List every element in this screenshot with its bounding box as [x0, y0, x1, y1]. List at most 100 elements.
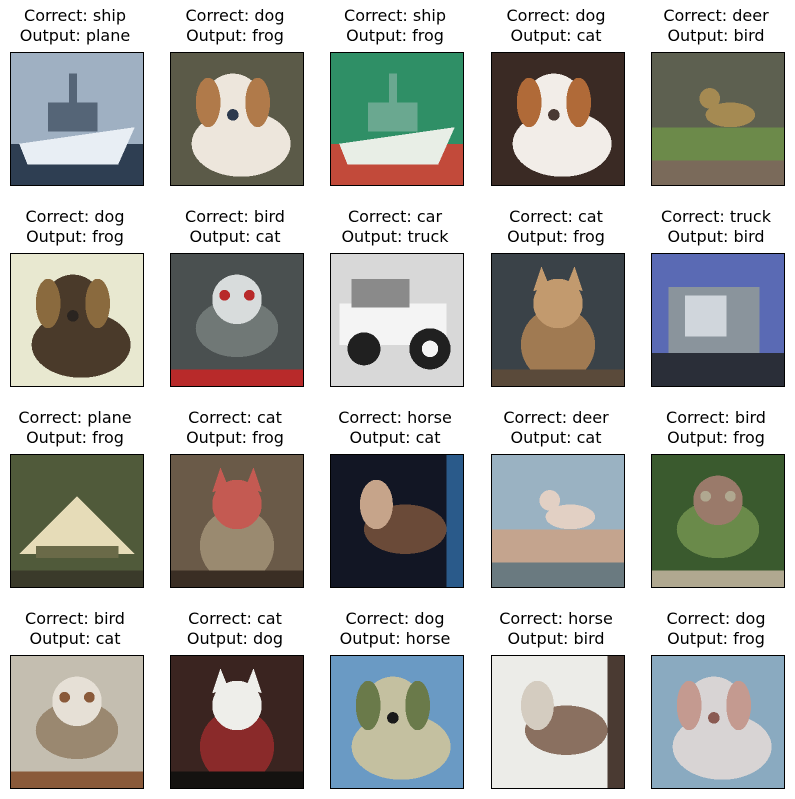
sample-cell: Correct: bird Output: cat	[160, 201, 310, 391]
sample-title: Correct: dog Output: frog	[0, 207, 160, 247]
sample-cell: Correct: cat Output: frog	[160, 402, 310, 592]
output-label: Output: truck	[341, 227, 449, 246]
ship-picture	[11, 53, 143, 185]
dog-picture	[11, 254, 143, 386]
sample-cell: Correct: dog Output: frog	[0, 201, 150, 391]
sample-image	[651, 52, 785, 186]
sample-image	[330, 454, 464, 588]
cat-picture	[171, 455, 303, 587]
sample-cell: Correct: dog Output: cat	[481, 0, 631, 190]
sample-image	[330, 253, 464, 387]
sample-title: Correct: cat Output: frog	[471, 207, 641, 247]
correct-label: Correct: plane	[18, 408, 132, 427]
deer-picture	[492, 455, 624, 587]
dog-picture	[171, 53, 303, 185]
sample-title: Correct: bird Output: cat	[0, 609, 160, 649]
correct-label: Correct: horse	[499, 609, 613, 628]
sample-image	[10, 655, 144, 789]
sample-image	[491, 655, 625, 789]
sample-image	[651, 655, 785, 789]
cat-picture	[171, 656, 303, 788]
output-label: Output: cat	[510, 428, 602, 447]
correct-label: Correct: dog	[25, 207, 125, 226]
horse-picture	[492, 656, 624, 788]
output-label: Output: plane	[19, 26, 131, 45]
bird-picture	[652, 455, 784, 587]
sample-image	[170, 253, 304, 387]
sample-title: Correct: horse Output: cat	[310, 408, 480, 448]
sample-image	[10, 52, 144, 186]
correct-label: Correct: cat	[509, 207, 603, 226]
horse-picture	[331, 455, 463, 587]
output-label: Output: cat	[510, 26, 602, 45]
sample-cell: Correct: deer Output: bird	[641, 0, 791, 190]
output-label: Output: frog	[26, 428, 124, 447]
correct-label: Correct: dog	[345, 609, 445, 628]
cat-picture	[492, 254, 624, 386]
sample-title: Correct: deer Output: bird	[631, 6, 795, 46]
sample-image	[10, 454, 144, 588]
sample-title: Correct: truck Output: bird	[631, 207, 795, 247]
output-label: Output: bird	[667, 227, 765, 246]
sample-title: Correct: horse Output: bird	[471, 609, 641, 649]
correct-label: Correct: dog	[506, 6, 606, 25]
sample-cell: Correct: ship Output: plane	[0, 0, 150, 190]
sample-title: Correct: cat Output: dog	[150, 609, 320, 649]
sample-cell: Correct: bird Output: cat	[0, 603, 150, 793]
sample-title: Correct: car Output: truck	[310, 207, 480, 247]
sample-image	[491, 52, 625, 186]
correct-label: Correct: horse	[338, 408, 452, 427]
sample-title: Correct: bird Output: cat	[150, 207, 320, 247]
correct-label: Correct: cat	[188, 609, 282, 628]
sample-title: Correct: deer Output: cat	[471, 408, 641, 448]
sample-title: Correct: ship Output: plane	[0, 6, 160, 46]
correct-label: Correct: cat	[188, 408, 282, 427]
sample-image	[491, 454, 625, 588]
truck-picture	[652, 254, 784, 386]
output-label: Output: cat	[349, 428, 441, 447]
correct-label: Correct: bird	[25, 609, 125, 628]
sample-cell: Correct: horse Output: cat	[320, 402, 470, 592]
output-label: Output: cat	[29, 629, 121, 648]
output-label: Output: dog	[186, 629, 284, 648]
sample-image	[491, 253, 625, 387]
bird-picture	[171, 254, 303, 386]
output-label: Output: frog	[26, 227, 124, 246]
car-picture	[331, 254, 463, 386]
sample-grid: Correct: ship Output: plane Correct: dog Ou…	[0, 0, 795, 799]
sample-title: Correct: ship Output: frog	[310, 6, 480, 46]
sample-image	[330, 52, 464, 186]
correct-label: Correct: dog	[666, 609, 766, 628]
correct-label: Correct: dog	[185, 6, 285, 25]
sample-cell: Correct: ship Output: frog	[320, 0, 470, 190]
sample-image	[651, 253, 785, 387]
sample-cell: Correct: truck Output: bird	[641, 201, 791, 391]
sample-title: Correct: dog Output: cat	[471, 6, 641, 46]
output-label: Output: frog	[346, 26, 444, 45]
output-label: Output: horse	[339, 629, 451, 648]
ship-picture	[331, 53, 463, 185]
sample-cell: Correct: plane Output: frog	[0, 402, 150, 592]
correct-label: Correct: ship	[344, 6, 446, 25]
output-label: Output: frog	[507, 227, 605, 246]
output-label: Output: cat	[189, 227, 281, 246]
output-label: Output: frog	[186, 428, 284, 447]
correct-label: Correct: truck	[661, 207, 771, 226]
correct-label: Correct: ship	[24, 6, 126, 25]
bird-picture	[11, 656, 143, 788]
deer-picture	[652, 53, 784, 185]
sample-cell: Correct: dog Output: frog	[160, 0, 310, 190]
correct-label: Correct: car	[347, 207, 443, 226]
correct-label: Correct: deer	[663, 6, 769, 25]
sample-image	[10, 253, 144, 387]
sample-image	[170, 655, 304, 789]
output-label: Output: frog	[667, 428, 765, 447]
sample-title: Correct: dog Output: frog	[150, 6, 320, 46]
sample-image	[330, 655, 464, 789]
sample-title: Correct: bird Output: frog	[631, 408, 795, 448]
sample-title: Correct: dog Output: horse	[310, 609, 480, 649]
correct-label: Correct: bird	[666, 408, 766, 427]
dog-picture	[331, 656, 463, 788]
output-label: Output: bird	[507, 629, 605, 648]
sample-cell: Correct: bird Output: frog	[641, 402, 791, 592]
